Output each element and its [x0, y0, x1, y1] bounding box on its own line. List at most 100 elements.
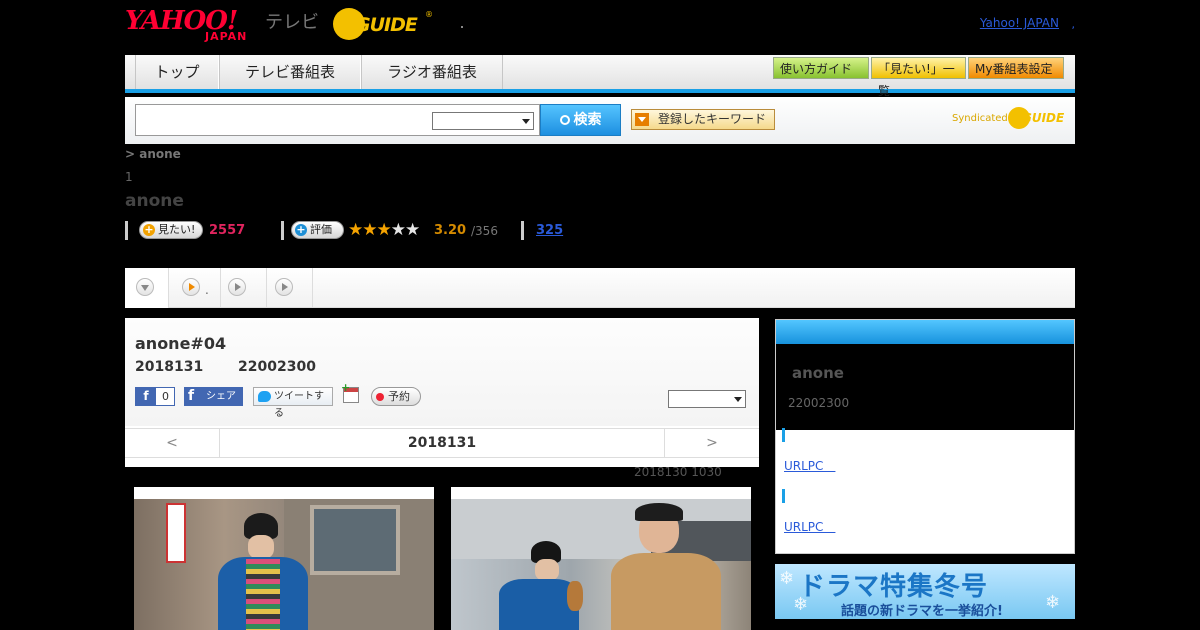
sidebar-link-1[interactable]: URLPC — [784, 457, 835, 474]
tab-cast[interactable] — [221, 268, 267, 308]
syndicated-gguide-logo: Syndicated GUIDE — [952, 107, 1067, 129]
gguide-registered-mark: ® — [425, 10, 433, 19]
nav-tab-top[interactable]: トップ — [135, 55, 219, 89]
episode-header: anone#04 2018131 22002300 f 0 f シェア ツイート… — [125, 318, 759, 426]
current-date: 2018131 — [407, 435, 477, 451]
banner-title: ドラマ特集冬号 — [799, 572, 989, 602]
date-navigator: < 2018131 > — [125, 428, 759, 458]
play-icon — [275, 278, 293, 296]
reserve-label: 予約 — [388, 390, 410, 403]
mitai-list-button[interactable]: 「見たい!」一覧 — [871, 57, 966, 98]
mitai-button[interactable]: + 見たい! — [139, 221, 203, 239]
gguide-logo[interactable]: GUIDE ® — [333, 6, 433, 42]
syndicated-label: Syndicated — [952, 113, 1008, 124]
header-comma: , — [1071, 18, 1076, 31]
rating-count: /356 — [471, 224, 498, 238]
record-dot-icon — [376, 393, 384, 401]
play-icon — [228, 278, 246, 296]
facebook-share-button[interactable]: f シェア — [184, 387, 243, 406]
episode-photo-1[interactable] — [134, 487, 434, 630]
sidebar-header — [776, 320, 1074, 344]
episode-panel: anone#04 2018131 22002300 f 0 f シェア ツイート… — [125, 318, 759, 467]
star-icon-empty: ★★ — [390, 220, 421, 240]
nav-tab-tv-guide[interactable]: テレビ番組表 — [219, 55, 361, 89]
twitter-bird-icon — [258, 391, 271, 402]
episode-photo-2[interactable] — [451, 487, 751, 630]
dropdown-arrow-icon — [635, 113, 649, 126]
rating-stars: ★★★★★ — [348, 220, 421, 240]
updated-timestamp: 2018130 1030 — [634, 465, 722, 479]
program-title: anone — [125, 191, 184, 211]
divider — [521, 221, 524, 240]
chevron-down-icon — [522, 119, 530, 124]
add-calendar-icon[interactable] — [341, 381, 359, 403]
banner-subtitle: 話題の新ドラマを一挙紹介! — [841, 604, 1003, 619]
section-marker — [782, 428, 785, 442]
site-header: YAHOO! JAPAN テレビ GUIDE ® Yahoo! JAPAN , — [125, 0, 1075, 52]
prev-date-button[interactable]: < — [125, 429, 220, 457]
photo-image — [134, 499, 434, 630]
tab-reviews[interactable] — [267, 268, 313, 308]
snowflake-icon: ❄ — [1045, 592, 1061, 613]
program-stats: + 見たい! 2557 + 評価 ★★★★★ 3.20 /356 325 — [125, 221, 625, 241]
facebook-icon: f — [188, 388, 195, 404]
search-bar: 検索 登録したキーワード Syndicated GUIDE — [125, 97, 1075, 144]
review-count-link[interactable]: 325 — [536, 223, 563, 238]
usage-guide-button[interactable]: 使い方ガイド — [773, 57, 869, 79]
episode-date: 2018131 — [135, 359, 204, 375]
facebook-like-button[interactable]: f 0 — [135, 387, 175, 406]
search-button-label: 検索 — [573, 112, 602, 128]
saved-keywords-label: 登録したキーワード — [658, 112, 767, 126]
snowflake-icon: ❄ — [779, 568, 795, 589]
sidebar-program-box: anone 22002300 — [776, 344, 1074, 430]
breadcrumb: > anone — [125, 147, 181, 161]
food-item — [567, 581, 583, 611]
tv-label: テレビ — [265, 12, 319, 33]
program-index: 1 — [125, 170, 133, 184]
nav-tab-radio-guide[interactable]: ラジオ番組表 — [361, 55, 503, 89]
section-marker — [782, 489, 785, 503]
search-button[interactable]: 検索 — [540, 104, 621, 136]
sidebar-panel: anone 22002300 URLPC URLPC — [775, 319, 1075, 554]
play-icon — [182, 278, 200, 296]
facebook-like-count: 0 — [162, 390, 169, 403]
facebook-share-label: シェア — [206, 391, 236, 402]
sidebar-link-2[interactable]: URLPC — [784, 518, 835, 535]
chevron-down-icon — [136, 278, 154, 296]
divider — [281, 221, 284, 240]
drama-special-banner[interactable]: ❄ ❄ ❄ ドラマ特集冬号 話題の新ドラマを一挙紹介! — [775, 564, 1075, 619]
tweet-button[interactable]: ツイートする — [253, 387, 333, 419]
tab-program-info[interactable] — [125, 268, 169, 308]
main-nav: トップ テレビ番組表 ラジオ番組表 使い方ガイド 「見たい!」一覧 My番組表設… — [125, 55, 1075, 98]
gguide-logo-text: GUIDE — [355, 14, 418, 36]
yahoo-japan-link[interactable]: Yahoo! JAPAN — [980, 16, 1059, 30]
mitai-label: 見たい! — [158, 223, 196, 236]
photo-image — [451, 499, 751, 630]
chevron-down-icon — [734, 397, 742, 402]
next-date-button[interactable]: > — [664, 429, 759, 457]
rating-value: 3.20 — [434, 223, 467, 238]
yahoo-logo-sub: JAPAN — [205, 30, 248, 43]
rate-button[interactable]: + 評価 — [291, 221, 344, 239]
sidebar-time: 22002300 — [788, 396, 850, 410]
tweet-label: ツイートする — [274, 391, 324, 419]
my-guide-settings-button[interactable]: My番組表設定 — [968, 57, 1064, 79]
saved-keywords-button[interactable]: 登録したキーワード — [631, 109, 775, 130]
program-tabs: . — [125, 268, 1075, 308]
person-sweater — [246, 559, 280, 630]
facebook-icon: f — [136, 388, 156, 405]
episode-title: anone#04 — [135, 334, 227, 353]
divider — [125, 221, 128, 240]
yahoo-japan-logo[interactable]: YAHOO! JAPAN — [125, 6, 265, 43]
tab-episodes[interactable]: . — [169, 268, 221, 308]
star-icon-filled: ★★★ — [348, 220, 392, 240]
person-face — [248, 535, 274, 559]
reserve-button[interactable]: 予約 — [371, 387, 421, 406]
tab-dot: . — [205, 283, 209, 297]
man-hair — [635, 503, 683, 521]
person-face — [535, 559, 559, 581]
sidebar-title: anone — [792, 364, 844, 382]
search-category-select[interactable] — [432, 112, 534, 130]
window — [310, 505, 400, 575]
episode-select[interactable] — [668, 390, 746, 408]
